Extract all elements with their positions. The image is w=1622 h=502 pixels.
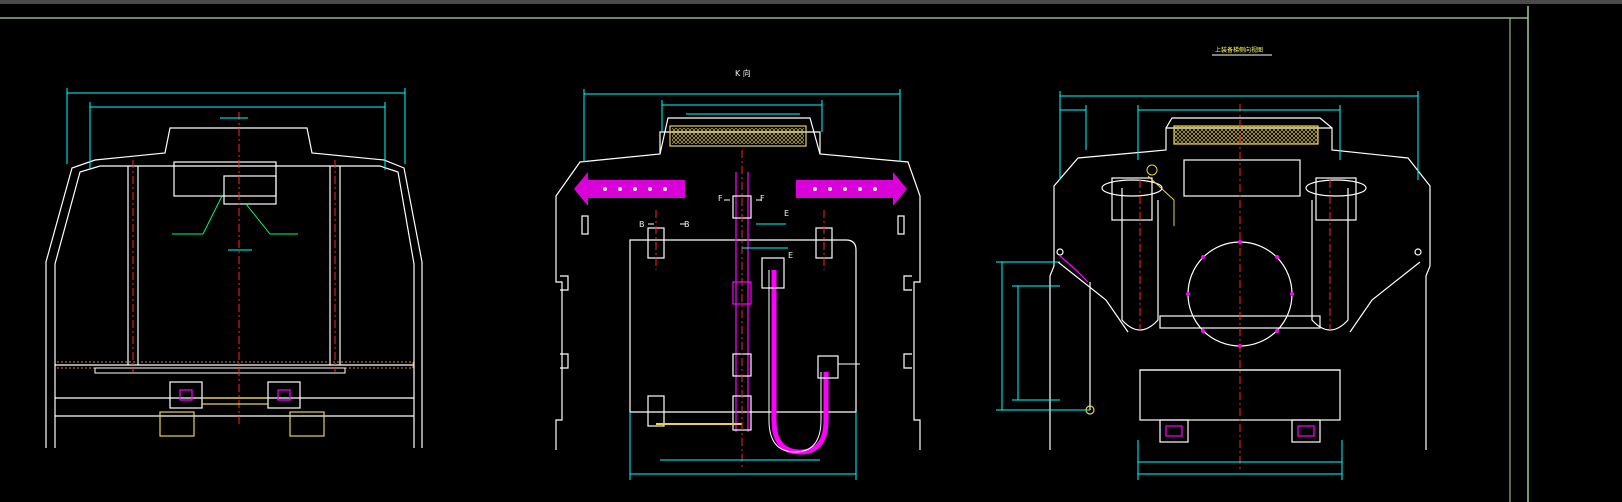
- section-mark-b-right: B: [684, 220, 690, 229]
- left-leader-notes: [172, 195, 298, 235]
- section-mark-b-left: B: [639, 220, 645, 229]
- right-side-ladder: [1056, 248, 1422, 415]
- left-dimensions: [66, 88, 406, 251]
- section-mark-e-mid: E: [788, 251, 793, 260]
- drawing-frame: [0, 6, 1529, 502]
- center-arrow-boards: [574, 172, 907, 206]
- section-mark-f-right: F: [760, 194, 765, 203]
- right-dimensions: [996, 91, 1419, 480]
- left-body-outline: [45, 127, 423, 448]
- left-elevation-view[interactable]: [45, 88, 423, 448]
- center-section-marks: [648, 199, 762, 225]
- center-ladder-column: [647, 172, 833, 432]
- center-view-title: K 向: [735, 68, 751, 78]
- center-piping: [761, 257, 860, 455]
- section-mark-f-left: F: [718, 194, 723, 203]
- right-view-title: 上装备梯侧向视图: [1215, 46, 1263, 54]
- section-mark-e-top: E: [784, 209, 789, 218]
- cad-drawing-canvas[interactable]: K 向 B B F F E E 上装备梯侧向视图: [0, 0, 1622, 502]
- right-centerlines: [1139, 104, 1331, 470]
- left-undercarriage: [159, 381, 325, 437]
- center-elevation-view[interactable]: K 向 B B F F E E: [555, 68, 921, 480]
- center-body-outline: [555, 117, 921, 450]
- left-floor-hatch: [56, 361, 414, 374]
- right-roof-grating: [1173, 125, 1319, 145]
- center-roof-grating: [669, 125, 807, 147]
- right-mirror-fittings: [1146, 164, 1175, 226]
- left-centerlines: [132, 112, 336, 425]
- right-side-view[interactable]: 上装备梯侧向视图: [996, 46, 1431, 480]
